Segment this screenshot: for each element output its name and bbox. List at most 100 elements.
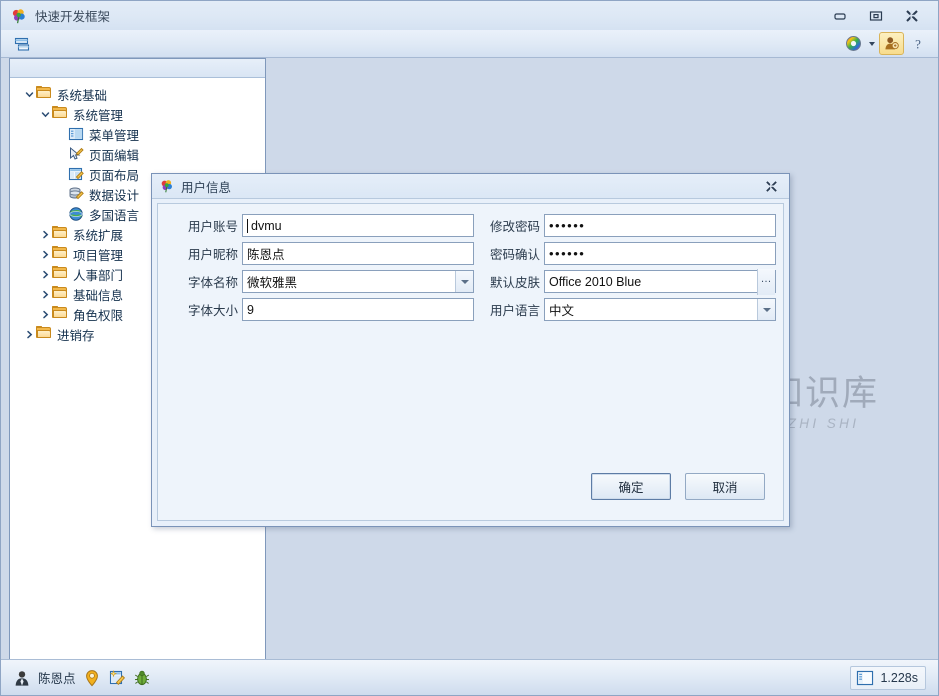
- language-value: 中文: [549, 304, 575, 318]
- chevron-right-icon[interactable]: [38, 287, 52, 301]
- tree-item-label: 页面编辑: [89, 148, 140, 163]
- skin-input[interactable]: Office 2010 Blue …: [544, 268, 776, 295]
- password-input[interactable]: ••••••: [544, 214, 776, 237]
- tree-item-label: 页面布局: [89, 168, 140, 183]
- status-left-group: 陈恩点: [13, 668, 151, 687]
- chevron-right-icon[interactable]: [38, 247, 52, 261]
- form-row-font-size: 字体大小 9 用户语言 中文: [158, 298, 783, 321]
- restore-icon[interactable]: [866, 8, 886, 24]
- tree-item-label: 数据设计: [89, 188, 140, 203]
- chevron-down-icon[interactable]: [455, 271, 473, 292]
- tree-item-label: 进销存: [57, 328, 95, 343]
- page-edit-icon: [68, 146, 84, 162]
- chevron-down-icon[interactable]: [22, 87, 36, 101]
- application-window: 快速开发框架 ? ZHI SHI 系统基础 系统管理 菜单管理 页面编辑 页面布…: [0, 0, 939, 696]
- status-user-name: 陈恩点: [38, 672, 76, 686]
- dialog-title-bar: 用户信息: [152, 174, 789, 199]
- font-size-input[interactable]: 9: [242, 298, 474, 321]
- tree-item-label: 系统管理: [73, 108, 124, 123]
- tree-item-3[interactable]: 页面编辑: [10, 144, 265, 164]
- close-icon[interactable]: [902, 8, 922, 24]
- tree-item-label: 系统基础: [57, 88, 108, 103]
- dialog-body: 用户账号 dvmu 修改密码 •••••• 用户昵称 陈恩点 密码确认 ••••…: [157, 203, 784, 521]
- font-name-label: 字体名称: [187, 276, 238, 290]
- user-info-form: 用户账号 dvmu 修改密码 •••••• 用户昵称 陈恩点 密码确认 ••••…: [158, 214, 783, 326]
- window-controls: [830, 8, 922, 24]
- form-row-nickname: 用户昵称 陈恩点 密码确认 ••••••: [158, 242, 783, 265]
- close-icon[interactable]: [763, 178, 779, 194]
- chevron-right-icon[interactable]: [38, 267, 52, 281]
- skin-value: Office 2010 Blue: [549, 274, 642, 289]
- account-input[interactable]: dvmu: [242, 214, 474, 237]
- color-wheel-icon[interactable]: [843, 33, 864, 54]
- flower-logo-icon: [160, 179, 174, 193]
- password-confirm-value: ••••••: [549, 246, 586, 261]
- cancel-button[interactable]: 取消: [685, 473, 765, 500]
- status-timer-value: 1.228s: [880, 670, 918, 685]
- chevron-right-icon[interactable]: [22, 327, 36, 341]
- chevron-right-icon[interactable]: [38, 227, 52, 241]
- database-design-icon: [68, 186, 84, 202]
- tree-item-2[interactable]: 菜单管理: [10, 124, 265, 144]
- chevron-down-icon[interactable]: [757, 299, 775, 320]
- nickname-input[interactable]: 陈恩点: [242, 242, 474, 265]
- chevron-right-icon[interactable]: [38, 307, 52, 321]
- tree-item-1[interactable]: 系统管理: [10, 104, 265, 124]
- language-label: 用户语言: [489, 304, 540, 318]
- folder-icon: [36, 326, 52, 342]
- toolbar-right-group: ?: [843, 32, 928, 55]
- tree-item-label: 项目管理: [73, 248, 124, 263]
- svg-text:?: ?: [915, 36, 921, 51]
- folder-icon: [36, 86, 52, 102]
- panel-layout-icon[interactable]: [11, 33, 33, 54]
- folder-icon: [52, 226, 68, 242]
- password-confirm-input[interactable]: ••••••: [544, 242, 776, 265]
- tree-item-label: 菜单管理: [89, 128, 140, 143]
- ellipsis-button[interactable]: …: [757, 268, 775, 295]
- bug-icon[interactable]: [133, 669, 151, 687]
- title-bar: 快速开发框架: [1, 1, 938, 31]
- tree-item-label: 基础信息: [73, 288, 124, 303]
- minimize-icon[interactable]: [830, 8, 850, 24]
- password-value: ••••••: [549, 218, 586, 233]
- chevron-down-icon[interactable]: [38, 107, 52, 121]
- status-timer[interactable]: 1.228s: [850, 665, 926, 690]
- form-row-font-name: 字体名称 微软雅黑 默认皮肤 Office 2010 Blue …: [158, 268, 783, 295]
- nickname-value: 陈恩点: [247, 248, 285, 262]
- dialog-buttons: 确定 取消: [591, 473, 765, 500]
- chevron-down-icon[interactable]: [869, 41, 875, 46]
- tree-item-label: 多国语言: [89, 208, 140, 223]
- status-bar: 陈恩点 1.228s: [1, 659, 938, 695]
- skin-label: 默认皮肤: [489, 276, 540, 290]
- tree-item-0[interactable]: 系统基础: [10, 84, 265, 104]
- globe-icon: [68, 206, 84, 222]
- help-icon[interactable]: ?: [908, 33, 928, 54]
- form-row-account: 用户账号 dvmu 修改密码 ••••••: [158, 214, 783, 237]
- wand-page-icon[interactable]: [108, 669, 126, 687]
- font-name-value: 微软雅黑: [247, 276, 298, 290]
- font-size-value: 9: [247, 302, 254, 317]
- dialog-title: 用户信息: [181, 180, 232, 195]
- folder-icon: [52, 286, 68, 302]
- ok-button[interactable]: 确定: [591, 473, 671, 500]
- account-value: dvmu: [251, 218, 282, 233]
- account-label: 用户账号: [187, 220, 238, 234]
- user-account-icon[interactable]: [879, 32, 904, 55]
- user-avatar-icon[interactable]: [13, 669, 31, 687]
- tree-item-label: 人事部门: [73, 268, 124, 283]
- nickname-label: 用户昵称: [187, 248, 238, 262]
- window-title: 快速开发框架: [35, 10, 111, 24]
- tree-item-label: 角色权限: [73, 308, 124, 323]
- user-info-dialog: 用户信息 用户账号 dvmu 修改密码 •••••• 用户昵称 陈恩点 密码确认…: [151, 173, 790, 527]
- toolbar: ?: [1, 30, 938, 58]
- folder-icon: [52, 106, 68, 122]
- panel-icon: [856, 669, 874, 687]
- folder-icon: [52, 246, 68, 262]
- folder-icon: [52, 306, 68, 322]
- location-pin-icon[interactable]: [83, 669, 101, 687]
- page-layout-icon: [68, 166, 84, 182]
- font-name-combobox[interactable]: 微软雅黑: [242, 270, 474, 293]
- folder-icon: [52, 266, 68, 282]
- menu-manage-icon: [68, 126, 84, 142]
- language-combobox[interactable]: 中文: [544, 298, 776, 321]
